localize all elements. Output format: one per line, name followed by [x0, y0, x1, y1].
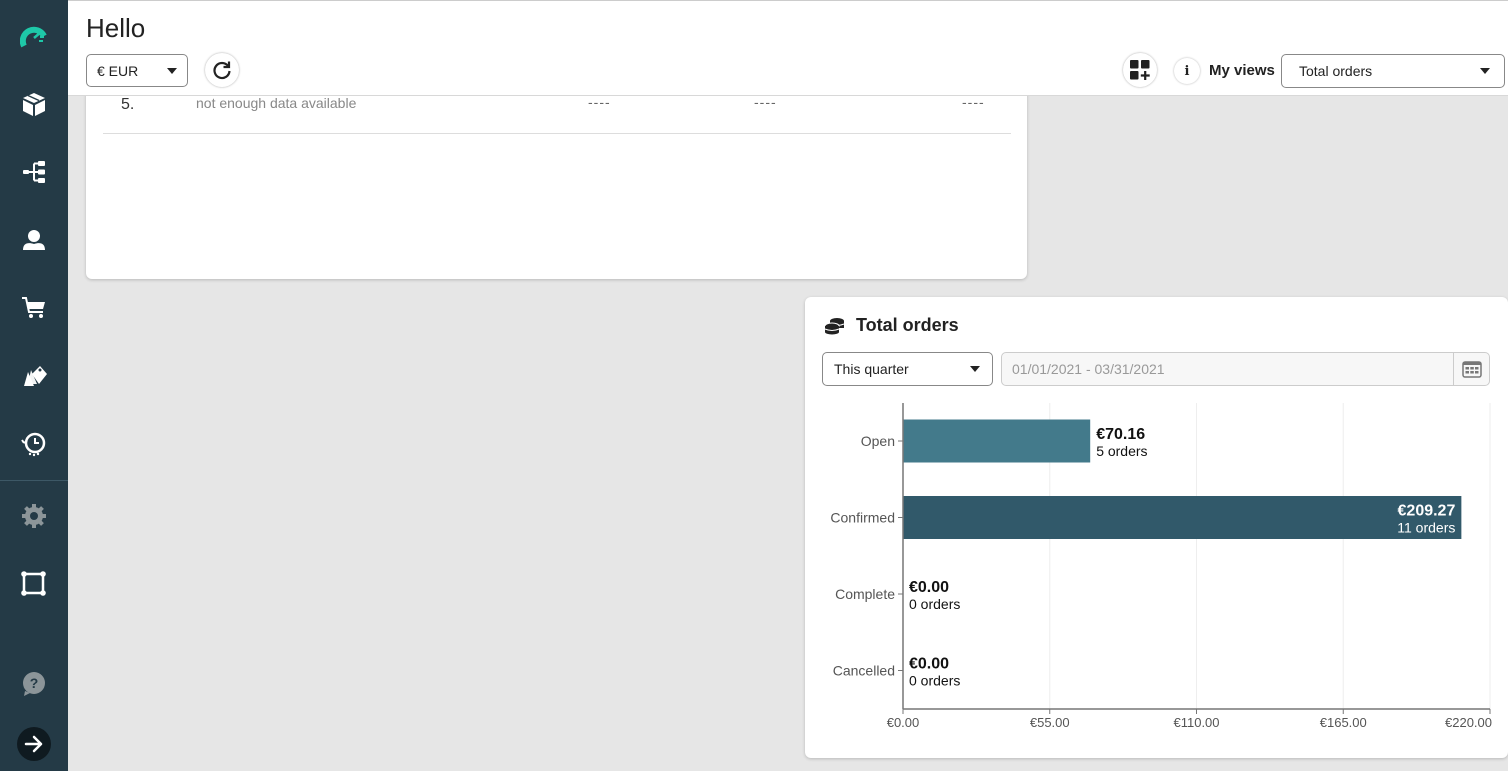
sidebar-expand-button[interactable] — [17, 727, 51, 761]
period-select-value: This quarter — [834, 361, 909, 377]
bar-value-label: €0.00 — [909, 579, 949, 596]
refresh-button[interactable] — [205, 53, 239, 87]
page-title: Hello — [86, 13, 146, 43]
row-name: not enough data available — [196, 95, 357, 111]
row-rank: 5. — [121, 96, 135, 113]
views-select[interactable]: Total orders — [1281, 54, 1505, 88]
add-widget-icon — [1130, 60, 1150, 80]
x-tick-label: €55.00 — [1030, 715, 1070, 730]
orders-bar-chart: €70.165 orders Open €209.2711 orders Confir… — [830, 403, 1492, 730]
chevron-down-icon — [970, 366, 980, 372]
page-header: Hello € EUR i My views Total orders — [68, 0, 1508, 96]
bar-count-label: 0 orders — [909, 673, 960, 689]
row-value-3: ---- — [962, 94, 985, 110]
sidebar-divider — [0, 480, 68, 481]
refresh-icon — [213, 61, 231, 80]
bar-count-label: 5 orders — [1096, 443, 1147, 459]
bar-open — [903, 419, 1091, 463]
info-icon: i — [1184, 63, 1190, 79]
sidebar-item-marketing[interactable] — [0, 354, 68, 398]
sidebar-item-settings[interactable] — [0, 494, 68, 538]
my-views-label: My views — [1209, 62, 1275, 79]
y-tick-label: Confirmed — [830, 510, 895, 526]
gear-icon — [22, 504, 46, 528]
user-icon — [23, 230, 45, 250]
sidebar-item-customers[interactable] — [0, 218, 68, 262]
sidebar-item-products[interactable] — [0, 82, 68, 126]
bar-value-label: €70.16 — [1096, 426, 1145, 443]
help-icon: ? — [23, 672, 45, 696]
sidebar-item-dashboard[interactable] — [0, 14, 68, 58]
sidebar-item-help[interactable]: ? — [0, 662, 68, 706]
svg-text:?: ? — [30, 675, 39, 691]
date-range-field[interactable]: 01/01/2021 - 03/31/2021 — [1001, 352, 1490, 386]
nodes-icon — [21, 571, 46, 596]
bar-confirmed — [903, 496, 1462, 539]
row-value-2: ---- — [754, 94, 777, 110]
arrow-right-icon — [24, 735, 43, 753]
chevron-down-icon — [1480, 68, 1490, 74]
sidebar: ? — [0, 0, 68, 771]
box-icon — [23, 93, 45, 116]
speedometer-icon — [20, 26, 47, 48]
bar-value-label: €209.27 — [1398, 503, 1456, 520]
calendar-icon — [1461, 361, 1482, 378]
sidebar-item-orders[interactable] — [0, 286, 68, 330]
card-title: Total orders — [856, 315, 959, 335]
cart-icon — [22, 297, 45, 318]
sidebar-item-categories[interactable] — [0, 150, 68, 194]
date-range-value: 01/01/2021 - 03/31/2021 — [1012, 361, 1165, 377]
bar-value-label: €0.00 — [909, 656, 949, 673]
x-tick-label: €0.00 — [887, 715, 920, 730]
x-tick-label: €220.00 — [1445, 715, 1492, 730]
info-button[interactable]: i — [1174, 58, 1200, 84]
y-tick-label: Complete — [835, 586, 895, 602]
x-tick-label: €165.00 — [1320, 715, 1367, 730]
total-orders-card: Total orders This quarter 01/01/2021 - 0… — [805, 297, 1508, 758]
add-widget-button[interactable] — [1123, 53, 1157, 87]
table-row: 5. not enough data available ---- ---- -… — [103, 94, 1011, 134]
x-tick-label: €110.00 — [1173, 715, 1219, 730]
sidebar-item-history[interactable] — [0, 422, 68, 466]
sidebar-item-extensions[interactable] — [0, 562, 68, 606]
bar-count-label: 11 orders — [1397, 520, 1455, 536]
bar-count-label: 0 orders — [909, 596, 960, 612]
top-products-card: 5. not enough data available ---- ---- -… — [86, 80, 1027, 279]
currency-value: € EUR — [97, 62, 139, 79]
row-value-1: ---- — [588, 94, 611, 110]
tree-icon — [23, 161, 45, 183]
calendar-button[interactable] — [1453, 353, 1489, 385]
chevron-down-icon — [167, 67, 177, 74]
coins-icon — [824, 318, 845, 335]
period-select[interactable]: This quarter — [822, 352, 993, 386]
tags-icon — [24, 366, 47, 386]
y-tick-label: Cancelled — [833, 663, 895, 679]
clock-history-icon — [21, 432, 46, 457]
currency-select[interactable]: € EUR — [86, 54, 188, 87]
views-select-value: Total orders — [1299, 63, 1373, 79]
y-tick-label: Open — [861, 433, 895, 449]
